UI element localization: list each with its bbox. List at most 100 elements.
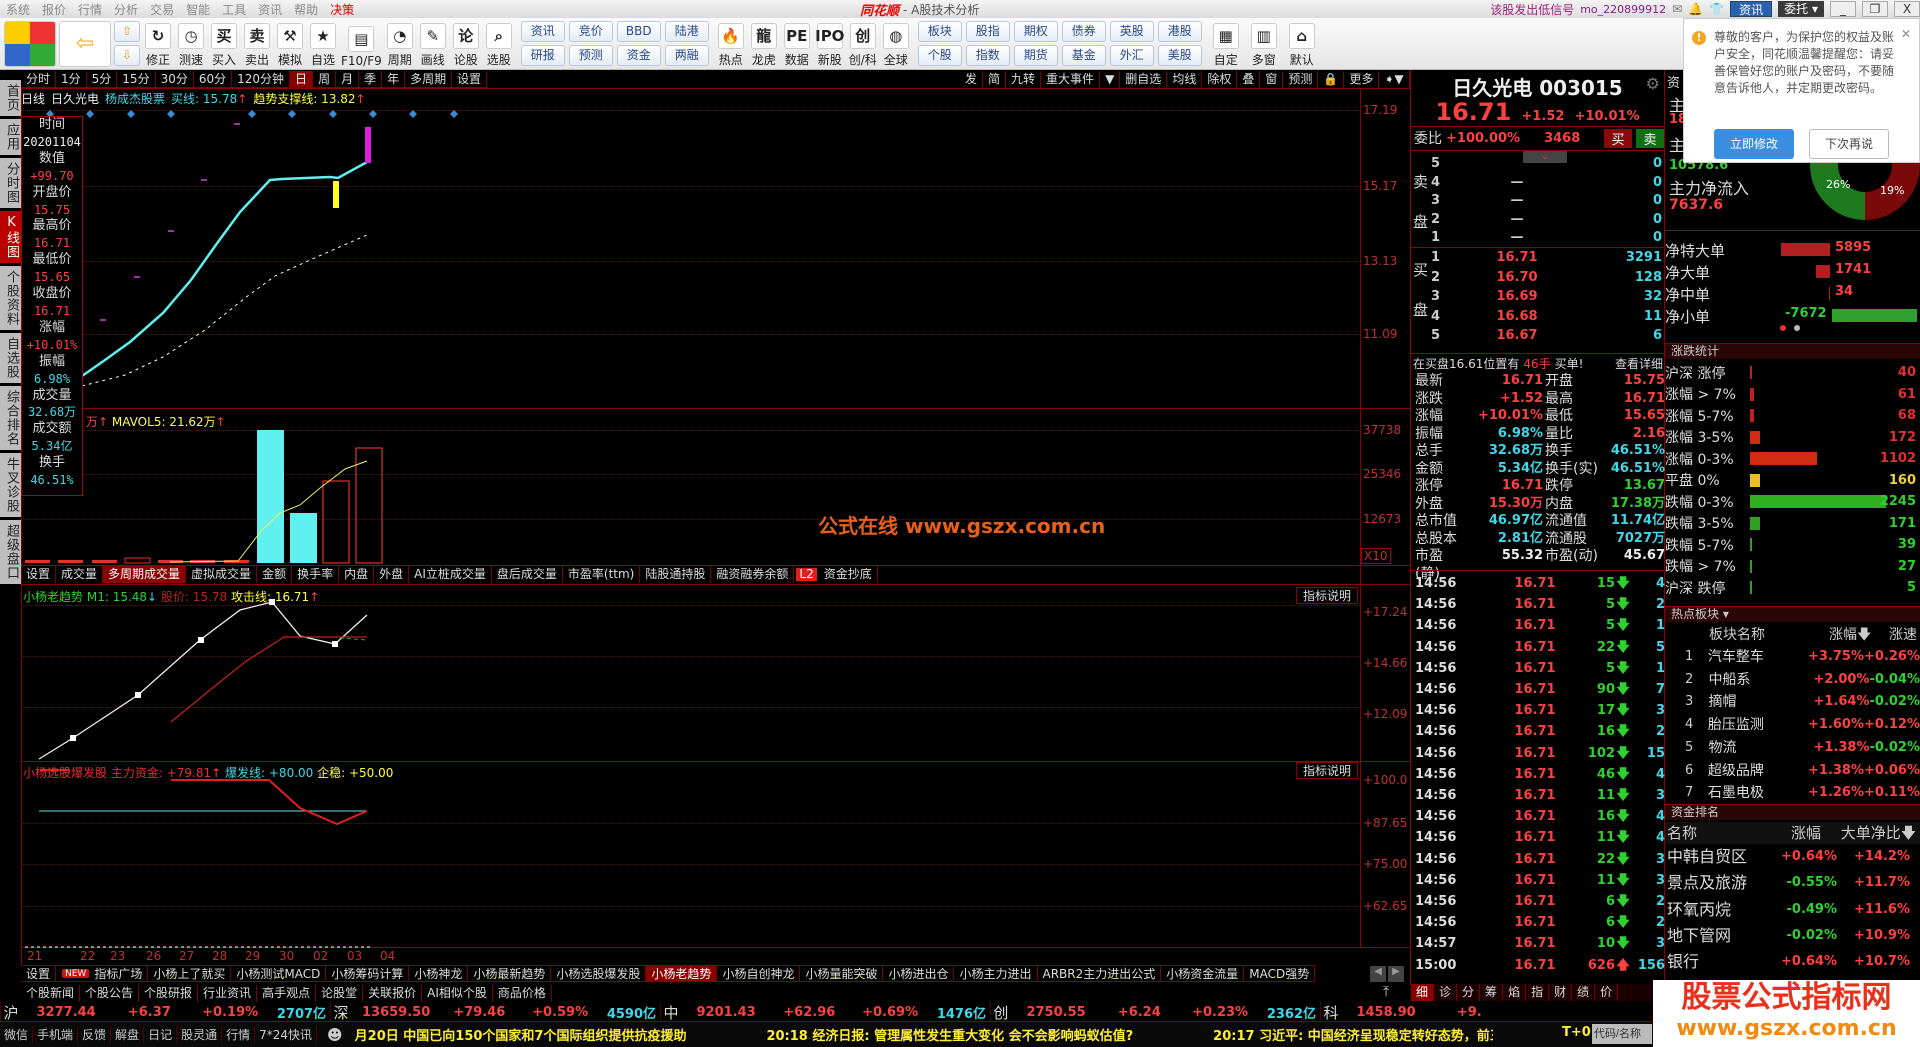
fund-rank-row[interactable]: 地下管网 -0.02% +10.9% (1665, 925, 1920, 947)
signal-text[interactable]: 该股发出低信号 (1490, 1, 1574, 18)
side-tab[interactable]: 首页 (0, 80, 21, 116)
detail-tab[interactable]: 细 (1411, 984, 1435, 1001)
formula-tab[interactable]: 指标广场 (89, 966, 149, 981)
bottom-tab[interactable]: 反馈 (78, 1026, 112, 1043)
toolbar-text-button[interactable]: 陆港 (664, 21, 709, 42)
period-tab[interactable]: 120分钟 (232, 71, 291, 87)
toolbar-custom-button[interactable]: ▦ 自定 (1211, 20, 1241, 68)
t0-label[interactable]: T+0 (1562, 1025, 1591, 1040)
news-tab[interactable]: 个股研报 (139, 985, 199, 1002)
order-button[interactable]: 委托 ▾ (1778, 1, 1824, 17)
formula-tab[interactable]: 小杨神龙 (409, 966, 469, 981)
bottom-tab[interactable]: 7*24快讯 (255, 1026, 318, 1043)
detail-tab[interactable]: 筹 (1480, 984, 1504, 1001)
indicator-tab[interactable]: 虚拟成交量 (186, 566, 258, 583)
toolbar-text-button[interactable]: 期货 (1013, 45, 1058, 66)
menu-item[interactable]: 资讯 (252, 1, 288, 18)
toolbar-text-button[interactable]: 指数 (965, 45, 1010, 66)
chart-tool-button[interactable]: ➧▼ (1379, 71, 1410, 88)
toolbar-text-button[interactable]: 英股 (1109, 21, 1154, 42)
period-tab[interactable]: 15分 (117, 71, 156, 87)
indicator-tab[interactable]: 盘后成交量 (492, 566, 563, 583)
period-tab[interactable]: 月 (336, 71, 360, 87)
scroll-right-icon[interactable]: ▶ (1388, 966, 1404, 982)
toolbar-sell-button[interactable]: 卖卖出 (242, 20, 272, 68)
formula-tab[interactable]: 小杨最新趋势 (468, 966, 552, 981)
chart-tool-button[interactable]: 九转 (1006, 71, 1042, 88)
toolbar-text-button[interactable]: BBD (616, 21, 661, 42)
remind-later-button[interactable]: 下次再说 (1809, 129, 1889, 159)
bottom-tab[interactable]: 手机端 (33, 1026, 79, 1043)
hot-sector-row[interactable]: 4 胎压监测 +1.60% +0.12% (1665, 714, 1920, 736)
detail-tab[interactable]: 指 (1526, 984, 1550, 1001)
toolbar-text-button[interactable]: 美股 (1157, 45, 1202, 66)
detail-tab[interactable]: 价 (1595, 984, 1619, 1001)
hot-sector-row[interactable]: 7 石墨电极 +1.26% +0.11% (1665, 782, 1920, 804)
chart-tool-button[interactable]: 叠 (1237, 71, 1261, 88)
arrow-down-icon[interactable]: ⇩ (114, 45, 140, 66)
view-detail-link[interactable]: 查看详细 (1615, 355, 1663, 372)
period-tab[interactable]: 日 (290, 71, 314, 87)
formula-tab[interactable]: 设置 (21, 966, 57, 981)
bid-row[interactable]: 1 16.71 3291 (1411, 250, 1664, 265)
toolbar-period-button[interactable]: ◔ 周期 (385, 20, 415, 68)
period-tab[interactable]: 设置 (452, 71, 488, 87)
side-tab[interactable]: 分时图 (0, 158, 21, 208)
menu-item[interactable]: 系统 (0, 1, 36, 18)
side-tab[interactable]: 超级盘口 (0, 520, 21, 584)
toolbar-text-button[interactable]: 期权 (1013, 21, 1058, 42)
menu-item[interactable]: 分析 (108, 1, 144, 18)
news-tab[interactable]: AI相似个股 (422, 985, 493, 1002)
side-tab[interactable]: 自选股 (0, 333, 21, 383)
index-name[interactable]: 中 (659, 1001, 681, 1023)
arrow-up-icon[interactable]: ⇧ (114, 21, 140, 42)
formula-tab[interactable]: 小杨资金流量 (1161, 966, 1245, 981)
indicator-tab[interactable]: AI立桩成交量 (409, 566, 492, 583)
formula-name[interactable]: 杨成杰股票 (105, 90, 165, 107)
index-name[interactable]: 创 (989, 1001, 1011, 1023)
bottom-tab[interactable]: 股灵通 (177, 1026, 223, 1043)
new-badge[interactable]: NEW (62, 969, 90, 979)
menu-item[interactable]: 行情 (72, 1, 108, 18)
pin-icon[interactable]: ⤒ (1383, 984, 1389, 1000)
hot-sector-row[interactable]: 1 汽车整车 +3.75% +0.26% (1665, 646, 1920, 668)
formula-tab[interactable]: MACD强势 (1244, 966, 1316, 981)
updown-row[interactable]: 沪深 跌停 5 (1665, 577, 1920, 598)
period-tab[interactable]: 季 (359, 71, 383, 87)
fund-tab[interactable]: 资 (1667, 72, 1680, 91)
index-name[interactable]: 深 (329, 1001, 351, 1023)
bid-row[interactable]: 5 16.67 6 (1411, 328, 1664, 343)
detail-tab[interactable]: 诊 (1434, 984, 1458, 1001)
shirt-icon[interactable]: 👕 (1709, 2, 1724, 16)
hot-sector-row[interactable]: 6 超级品牌 +1.38% +0.06% (1665, 760, 1920, 782)
indicator-tab[interactable]: 内盘 (339, 566, 375, 583)
toolbar-text-button[interactable]: 资讯 (520, 21, 565, 42)
toolbar-text-button[interactable]: 基金 (1061, 45, 1106, 66)
formula-tab[interactable]: 小杨主力进出 (954, 966, 1038, 981)
close-icon[interactable]: ✕ (1901, 27, 1911, 41)
bottom-tab[interactable]: 解盘 (111, 1026, 145, 1043)
toolbar-draw-button[interactable]: ✎ 画线 (418, 20, 448, 68)
news-tab[interactable]: 高手观点 (257, 985, 317, 1002)
detail-tab[interactable]: 分 (1457, 984, 1481, 1001)
news-tab[interactable]: 个股公告 (80, 985, 140, 1002)
formula-tab[interactable]: ARBR2主力进出公式 (1038, 966, 1162, 981)
bid-row[interactable]: 3 16.69 32 (1411, 289, 1664, 304)
side-tab[interactable]: K线图 (0, 211, 21, 263)
toolbar-text-button[interactable]: 预测 (568, 45, 613, 66)
code-search-input[interactable] (1592, 1024, 1652, 1044)
bid-row[interactable]: 2 16.70 128 (1411, 270, 1664, 285)
news-button[interactable]: 资讯 (1730, 1, 1773, 17)
grid-menu-icon[interactable] (4, 20, 56, 67)
bottom-tab[interactable]: 微信 (0, 1026, 34, 1043)
indicator2-name[interactable]: 小杨选股爆发股 (23, 766, 107, 780)
period-tab[interactable]: 周 (313, 71, 337, 87)
ask-row[interactable]: 2 — 0 (1411, 212, 1664, 227)
formula-tab[interactable]: 小杨选股爆发股 (551, 966, 647, 981)
toolbar-text-button[interactable]: 股指 (965, 21, 1010, 42)
chart-tool-button[interactable]: 窗 (1260, 71, 1284, 88)
menu-item[interactable]: 报价 (36, 1, 72, 18)
formula-tab[interactable]: 小杨筹码计算 (326, 966, 410, 981)
updown-row[interactable]: 跌幅 0-3% 2245 (1665, 491, 1920, 512)
toolbar-text-button[interactable]: 研报 (520, 45, 565, 66)
